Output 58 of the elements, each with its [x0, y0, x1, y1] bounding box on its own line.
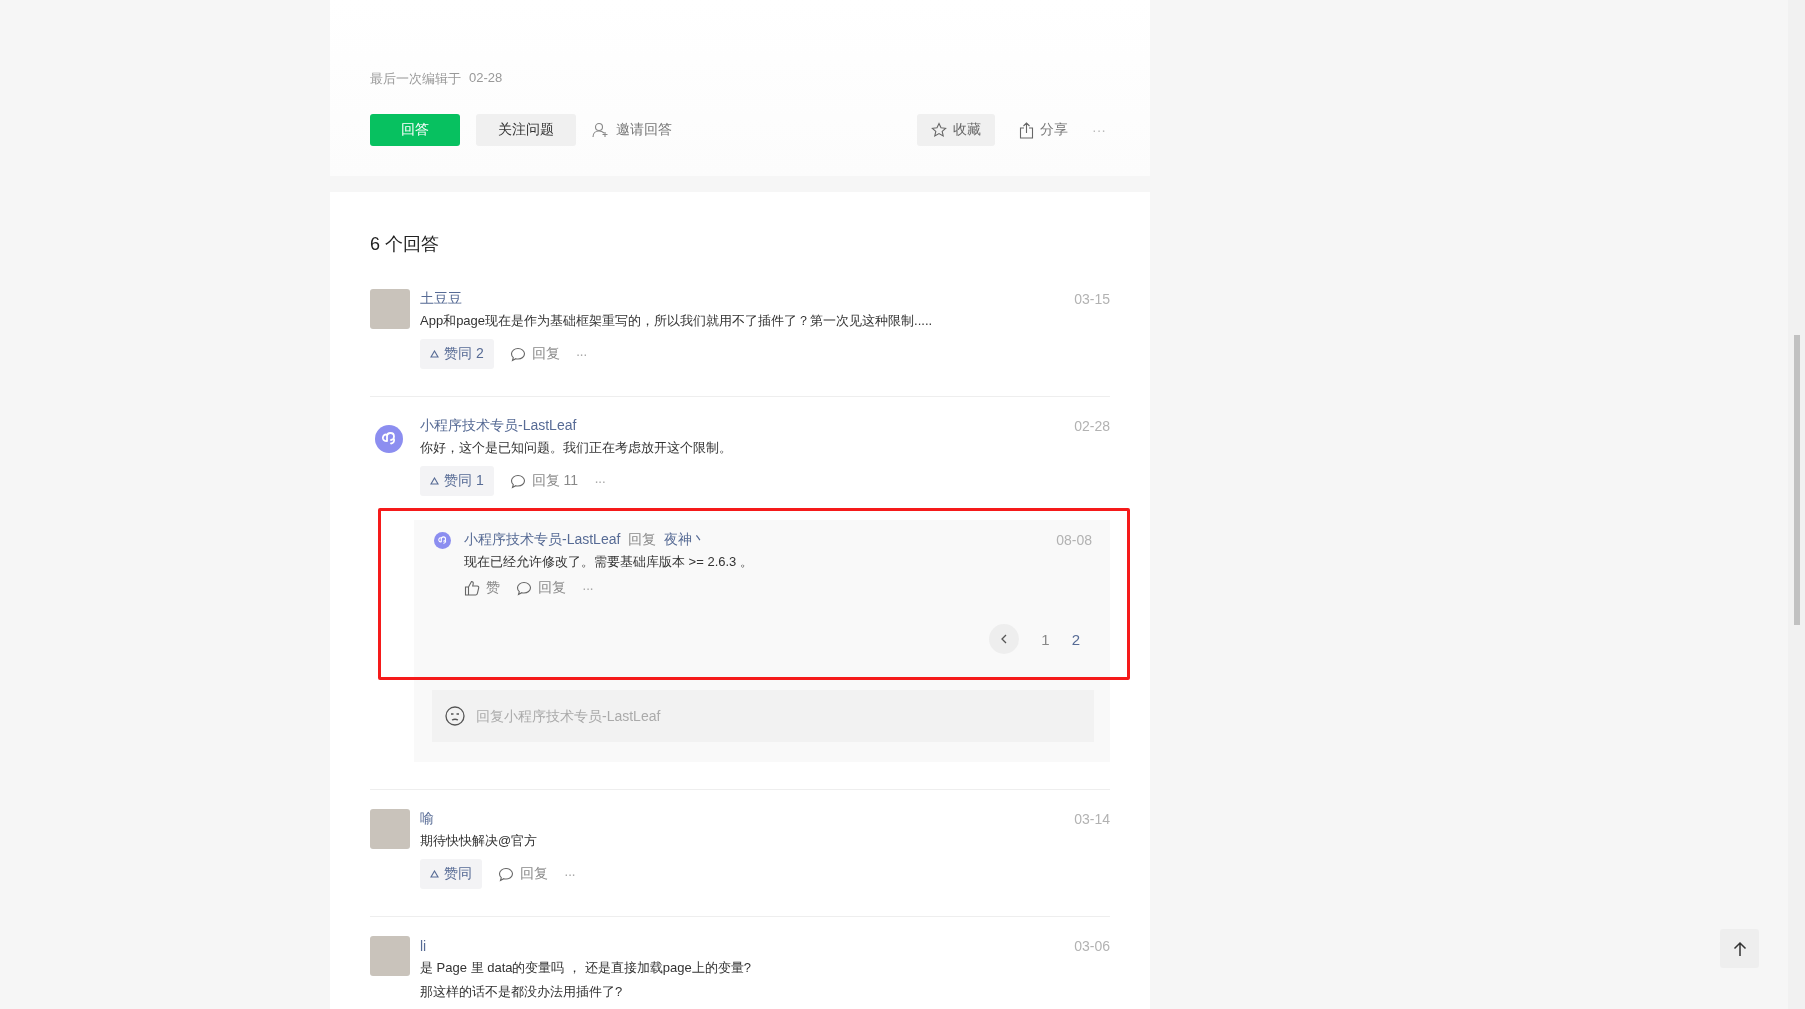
answer-text: App和page现在是作为基础框架重写的，所以我们就用不了插件了？第一次见这种限制..... — [420, 312, 934, 330]
thumbs-up-icon — [464, 580, 480, 596]
reply-author-link[interactable]: 小程序技术专员-LastLeaf — [464, 531, 621, 549]
avatar-logo-icon — [434, 532, 451, 549]
avatar-photo-placeholder — [370, 936, 410, 976]
reply-target-link[interactable]: 夜神丶 — [664, 531, 707, 549]
share-button[interactable]: 分享 — [1019, 121, 1068, 139]
author-link[interactable]: 喻 — [420, 810, 434, 828]
answer-text: 你好，这个是已知问题。我们正在考虑放开这个限制。 — [420, 439, 733, 457]
upvote-icon — [430, 477, 439, 485]
author-link[interactable]: li — [420, 938, 427, 954]
favorite-button[interactable]: 收藏 — [917, 114, 995, 146]
edited-date: 02-28 — [469, 70, 503, 87]
arrow-up-icon — [1732, 940, 1747, 957]
share-icon — [1019, 121, 1034, 139]
add-user-icon — [592, 122, 610, 138]
comment-icon — [509, 473, 526, 489]
reply-button[interactable]: 回复 — [498, 859, 548, 889]
answer-date: 03-15 — [1074, 291, 1110, 307]
comment-icon — [509, 346, 526, 362]
comment-icon — [498, 866, 514, 882]
reply-button[interactable]: 回复 — [516, 576, 566, 600]
author-link[interactable]: 小程序技术专员-LastLeaf — [420, 417, 577, 435]
previous-page-button[interactable] — [989, 624, 1020, 654]
reply-label: 回复 — [628, 531, 657, 549]
upvote-icon — [430, 350, 439, 358]
star-icon — [931, 122, 947, 138]
scrollbar-thumb[interactable] — [1794, 335, 1800, 625]
answer-text: 是 Page 里 data的变量吗 ， 还是直接加载page上的变量? — [420, 959, 752, 977]
follow-button[interactable]: 关注问题 — [476, 114, 576, 146]
author-link[interactable]: 土豆豆 — [420, 290, 462, 308]
reply-button[interactable]: 回复 — [509, 339, 560, 369]
avatar-photo-placeholder — [370, 809, 410, 849]
upvote-icon — [430, 870, 439, 878]
answers-count-heading: 6 个回答 — [370, 233, 440, 256]
avatar-logo-icon — [375, 425, 403, 453]
reply-box[interactable]: 回复小程序技术专员-LastLeaf — [432, 690, 1094, 742]
answer-date: 03-06 — [1074, 938, 1110, 954]
reply-text: 现在已经允许修改了。需要基础库版本 >= 2.6.3 。 — [464, 553, 754, 571]
avatar-photo-placeholder — [370, 289, 410, 329]
page-number[interactable]: 2 — [1071, 630, 1080, 648]
answer-date: 02-28 — [1074, 418, 1110, 434]
answer-text: 期待快快解决@官方 — [420, 832, 539, 850]
emoji-icon — [444, 705, 466, 727]
upvote-button[interactable]: 赞同 — [420, 859, 482, 889]
reply-date: 08-08 — [1056, 532, 1092, 548]
chevron-left-icon — [1000, 634, 1009, 644]
answer-date: 03-14 — [1074, 811, 1110, 827]
upvote-button[interactable]: 赞同 2 — [420, 339, 494, 369]
back-to-top-button[interactable] — [1720, 929, 1759, 968]
reply-button[interactable]: 回复 11 — [509, 466, 579, 496]
page-number[interactable]: 1 — [1041, 630, 1050, 648]
upvote-button[interactable]: 赞同 1 — [420, 466, 494, 496]
answer-text: 那这样的话不是都没办法用插件了? — [420, 983, 624, 1001]
comment-icon — [516, 580, 532, 596]
reply-input-field[interactable]: 回复小程序技术专员-LastLeaf — [474, 707, 1082, 725]
invite-button[interactable]: 邀请回答 — [592, 121, 672, 139]
like-button[interactable]: 赞 — [464, 576, 500, 600]
